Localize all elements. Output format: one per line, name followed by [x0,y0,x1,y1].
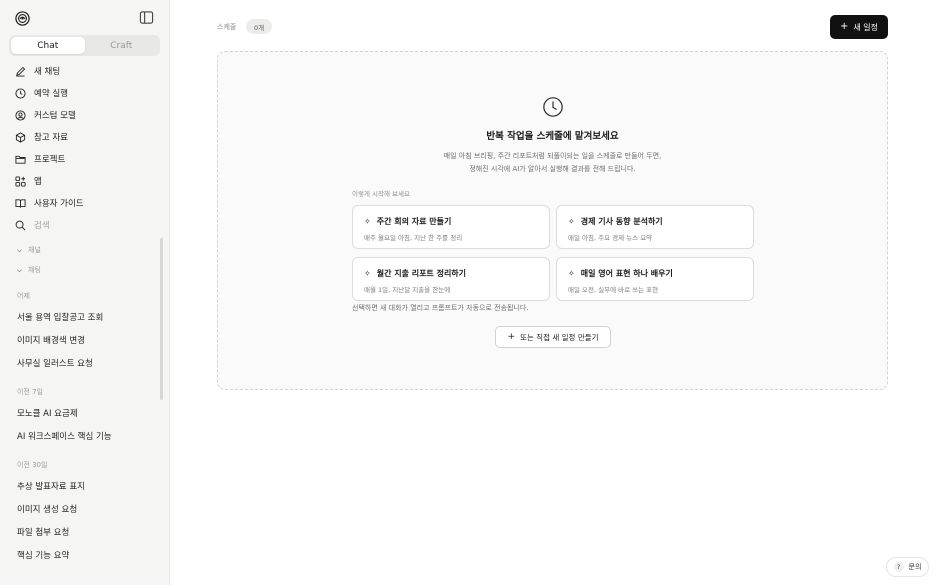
sparkle-icon: ✧ [568,217,575,226]
history-group-label: 이전 30일 [17,461,48,469]
sidebar-toggle-icon[interactable] [139,10,154,25]
empty-state-description: 매일 아침 브리핑, 주간 리포트처럼 되풀이되는 일을 스케줄로 만들어 두면… [218,150,887,176]
history-item[interactable]: 서울 용역 입찰공고 조회 [0,305,158,328]
card-title: 경제 기사 동향 분석하기 [580,217,663,226]
card-title: 매일 영어 표현 하나 배우기 [580,269,673,278]
card-title-row: ✧ 월간 지출 리포트 정리하기 [364,268,466,279]
tab-craft[interactable]: Craft [85,37,159,54]
sidebar-item-label: 참고 자료 [34,133,68,143]
history-item[interactable]: 이미지 배경색 변경 [0,328,158,351]
card-title-row: ✧ 경제 기사 동향 분석하기 [568,216,663,227]
sidebar-item-label: 예약 실행 [34,89,68,99]
clock-icon [15,87,26,99]
book-icon [15,198,26,208]
description-line: 정해진 시각에 AI가 알아서 실행해 결과를 전해 드립니다. [469,165,636,173]
user-circle-icon [15,109,26,121]
apps-icon [15,175,26,187]
sidebar-item-label: 프로젝트 [34,155,66,165]
card-title-row: ✧ 주간 회의 자료 만들기 [364,216,451,227]
sidebar-scrollbar[interactable] [160,238,163,400]
empty-state-panel: 반복 작업을 스케줄에 맡겨보세요 매일 아침 브리핑, 주간 리포트처럼 되풀… [217,51,888,390]
sparkle-icon: ✧ [364,269,371,278]
sidebar-item-custom-model[interactable]: 커스텀 모델 [0,104,170,126]
new-schedule-label: 새 일정 [853,22,878,32]
folder-icon [15,155,26,164]
history-group-label: 어제 [17,292,30,300]
tab-chat[interactable]: Chat [11,37,85,54]
question-icon: ? [893,562,904,572]
help-label: 문의 [908,563,922,571]
search-icon [15,220,26,230]
suggestion-card-economy-news[interactable]: ✧ 경제 기사 동향 분석하기 매일 아침, 주요 경제 뉴스 요약 [556,205,754,249]
card-title: 월간 지출 리포트 정리하기 [376,269,467,278]
edit-icon [16,66,26,77]
sidebar-item-scheduled[interactable]: 예약 실행 [0,82,170,104]
sidebar-search[interactable]: 검색 [0,214,170,236]
empty-state-title: 반복 작업을 스케줄에 맡겨보세요 [486,131,619,142]
sidebar-sections: 채널 채팅 [0,240,158,280]
sparkle-icon: ✧ [364,217,371,226]
schedule-count-badge: 0개 [246,19,273,34]
sidebar-item-references[interactable]: 참고 자료 [0,126,170,148]
section-label: 채널 [28,246,41,254]
chevron-down-icon [17,248,22,252]
section-toggle-channels[interactable]: 채널 [0,240,158,260]
sparkle-icon: ✧ [568,269,575,278]
sidebar-nav: 새 채팅 예약 실행 커스텀 모델 참고 자료 프로젝트 앱 사용자 가이드 검… [0,60,170,236]
suggestion-hint: 선택하면 새 대화가 열리고 프롬프트가 자동으로 전송됩니다. [352,304,529,312]
suggestions-label: 이렇게 시작해 보세요 [352,190,410,198]
sidebar-item-apps[interactable]: 앱 [0,170,170,192]
sidebar-item-label: 사용자 가이드 [34,199,84,209]
sidebar-item-label: 커스텀 모델 [34,111,76,121]
chat-history: 어제 서울 용역 입찰공고 조회 이미지 배경색 변경 사무실 일러스트 요청 … [0,290,158,566]
create-manually-label: 또는 직접 새 일정 만들기 [520,332,599,342]
history-item[interactable]: 핵심 기능 요약 [0,543,158,566]
sidebar-header [0,0,170,34]
card-title: 주간 회의 자료 만들기 [376,217,452,226]
section-label: 채팅 [28,266,41,274]
history-item[interactable]: 파일 첨부 요청 [0,520,158,543]
history-item[interactable]: 추상 발표자료 표지 [0,474,158,497]
sidebar-item-projects[interactable]: 프로젝트 [0,148,170,170]
create-schedule-manually-button[interactable]: + 또는 직접 새 일정 만들기 [495,326,611,348]
history-item[interactable]: 사무실 일러스트 요청 [0,351,158,374]
sidebar-item-label: 새 채팅 [34,67,61,77]
sidebar-item-new-chat[interactable]: 새 채팅 [0,60,170,82]
page-title: 스케줄 [217,23,237,31]
history-item[interactable]: 모노클 AI 요금제 [0,401,158,424]
card-title-row: ✧ 매일 영어 표현 하나 배우기 [568,268,673,279]
suggestion-card-daily-english[interactable]: ✧ 매일 영어 표현 하나 배우기 매일 오전, 실무에 바로 쓰는 표현 [556,257,754,301]
suggestion-card-monthly-expense[interactable]: ✧ 월간 지출 리포트 정리하기 매월 1일, 지난달 지출을 한눈에 [352,257,550,301]
history-item[interactable]: AI 워크스페이스 핵심 기능 [0,424,158,447]
sidebar-item-guide[interactable]: 사용자 가이드 [0,192,170,214]
description-line: 매일 아침 브리핑, 주간 리포트처럼 되풀이되는 일을 스케줄로 만들어 두면… [443,152,662,160]
clock-icon [543,97,563,117]
help-button[interactable]: ? 문의 [886,557,929,577]
suggestion-card-weekly-meeting[interactable]: ✧ 주간 회의 자료 만들기 매주 월요일 아침, 지난 한 주를 정리 [352,205,550,249]
schedule-page: 스케줄 0개 + 새 일정 반복 작업을 스케줄에 맡겨보세요 매일 아침 브리… [171,0,936,585]
chevron-down-icon [17,268,22,272]
sidebar: Chat Craft 새 채팅 예약 실행 커스텀 모델 참고 자료 프로젝트 … [0,0,170,585]
new-schedule-button[interactable]: + 새 일정 [830,15,888,39]
section-toggle-chats[interactable]: 채팅 [0,260,158,280]
mode-switch: Chat Craft [9,35,160,56]
card-subtitle: 매일 오전, 실무에 바로 쓰는 표현 [568,286,659,294]
card-subtitle: 매일 아침, 주요 경제 뉴스 요약 [568,234,653,242]
plus-icon: + [507,331,515,342]
plus-icon: + [839,21,849,32]
card-subtitle: 매월 1일, 지난달 지출을 한눈에 [364,286,451,294]
sidebar-item-label: 앱 [34,177,42,187]
search-label: 검색 [34,221,50,231]
logo-icon[interactable] [15,11,30,26]
card-subtitle: 매주 월요일 아침, 지난 한 주를 정리 [364,234,463,242]
history-group-label: 이전 7일 [17,388,43,396]
cube-icon [15,131,26,143]
history-item[interactable]: 이미지 생성 요청 [0,497,158,520]
